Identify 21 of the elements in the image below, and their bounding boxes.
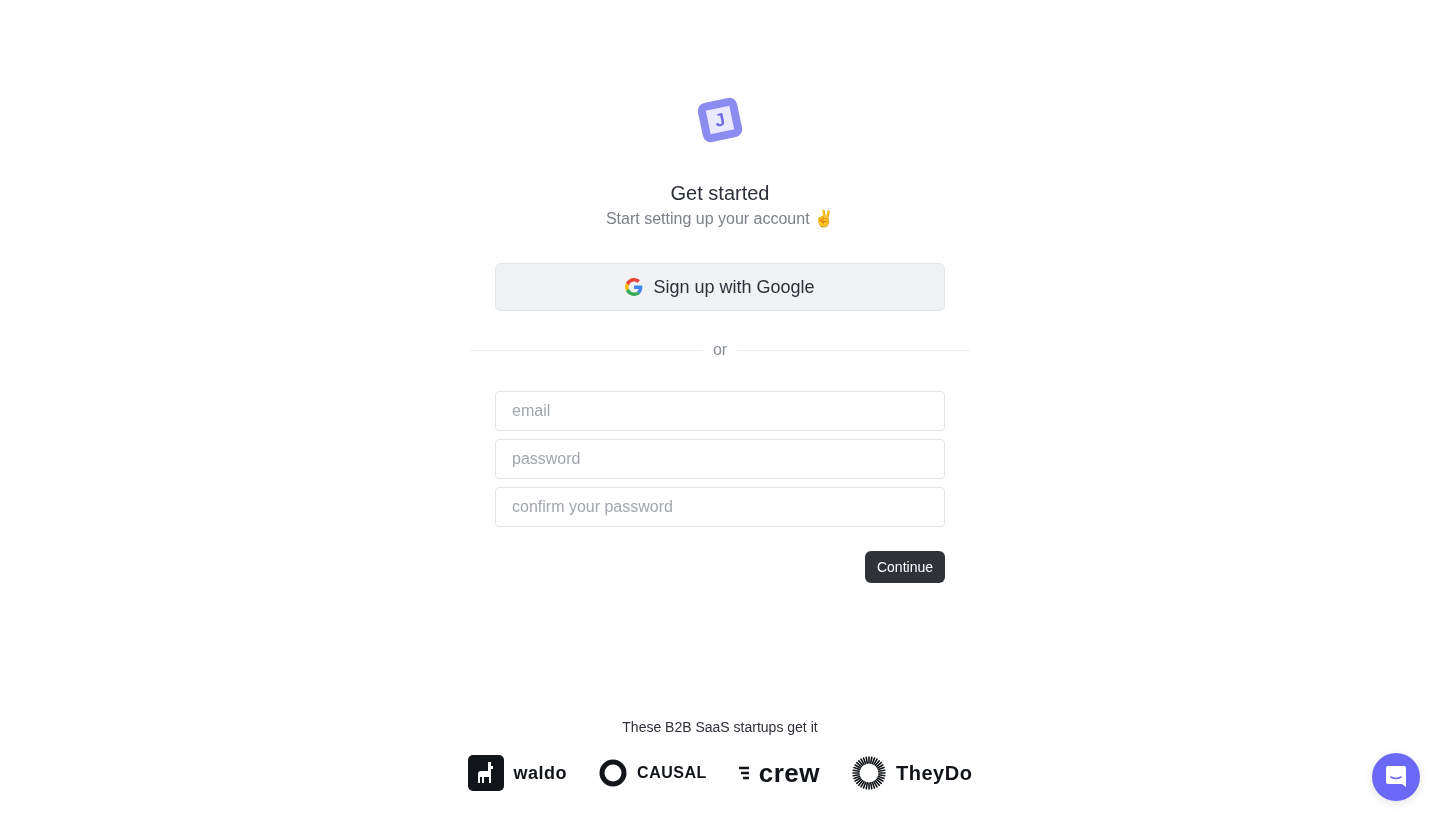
- google-signup-button[interactable]: Sign up with Google: [495, 263, 945, 311]
- chat-button[interactable]: [1372, 753, 1420, 801]
- page-heading: Get started: [670, 181, 770, 205]
- llama-icon: [467, 755, 504, 791]
- app-logo: J: [696, 96, 744, 144]
- brand-wordmark: CAUSAL: [637, 764, 707, 782]
- page-subheading: Start setting up your account ✌: [605, 209, 835, 229]
- input-field[interactable]: email: [495, 391, 945, 431]
- ring-icon: [599, 759, 628, 787]
- divider-label: or: [712, 341, 728, 359]
- input-field[interactable]: password: [495, 439, 945, 479]
- brand-wordmark: TheyDo: [896, 761, 973, 785]
- brand-wordmark: crew: [758, 757, 821, 789]
- chat-icon: [1385, 765, 1407, 789]
- sunburst-icon: [852, 756, 887, 790]
- speed-lines-icon: [738, 765, 749, 781]
- google-icon: [625, 278, 644, 296]
- input-field[interactable]: confirm your password: [495, 487, 945, 527]
- customers-caption: These B2B SaaS startups get it: [622, 719, 818, 735]
- brand-wordmark: waldo: [513, 762, 568, 784]
- continue-button[interactable]: Continue: [864, 551, 945, 583]
